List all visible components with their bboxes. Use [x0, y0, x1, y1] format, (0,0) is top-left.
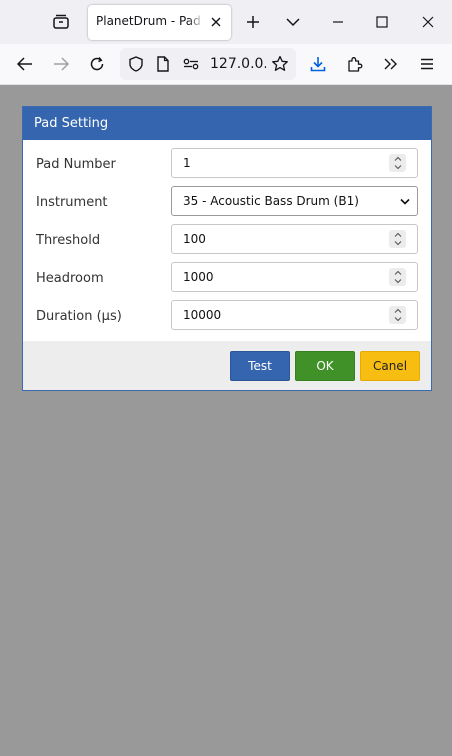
browser-tab[interactable]: PlanetDrum - Pad Config — [88, 5, 231, 40]
back-icon[interactable] — [9, 48, 41, 80]
dialog-footer: Test OK Canel — [23, 341, 431, 390]
shield-icon[interactable] — [124, 48, 148, 80]
headroom-value: 1000 — [183, 270, 214, 284]
stepper-up-icon[interactable] — [389, 230, 406, 239]
forward-icon[interactable] — [45, 48, 77, 80]
maximize-icon[interactable] — [366, 6, 398, 38]
duration-input[interactable]: 10000 — [171, 300, 418, 330]
dialog-header: Pad Setting — [23, 107, 431, 140]
pad-number-stepper[interactable] — [389, 154, 406, 172]
pad-number-input[interactable]: 1 — [171, 148, 418, 178]
bookmark-star-icon[interactable] — [268, 48, 292, 80]
stepper-up-icon[interactable] — [389, 268, 406, 277]
stepper-up-icon[interactable] — [389, 154, 406, 163]
duration-value: 10000 — [183, 308, 222, 322]
headroom-label: Headroom — [36, 271, 104, 286]
stepper-down-icon[interactable] — [389, 239, 406, 248]
permissions-icon[interactable] — [179, 48, 203, 80]
chevron-down-icon[interactable] — [277, 6, 309, 38]
reload-icon[interactable] — [81, 48, 113, 80]
threshold-value: 100 — [183, 232, 206, 246]
instrument-select[interactable]: 35 - Acoustic Bass Drum (B1) — [171, 186, 418, 216]
chevron-down-icon — [399, 195, 411, 207]
menu-icon[interactable] — [411, 48, 443, 80]
test-button[interactable]: Test — [230, 351, 290, 381]
extensions-icon[interactable] — [339, 48, 371, 80]
headroom-stepper[interactable] — [389, 268, 406, 286]
stepper-up-icon[interactable] — [389, 306, 406, 315]
stepper-down-icon[interactable] — [389, 315, 406, 324]
stepper-down-icon[interactable] — [389, 277, 406, 286]
threshold-stepper[interactable] — [389, 230, 406, 248]
ok-button[interactable]: OK — [295, 351, 355, 381]
nav-bar: 127.0.0.1 — [0, 44, 452, 85]
headroom-input[interactable]: 1000 — [171, 262, 418, 292]
instrument-label: Instrument — [36, 195, 108, 210]
pad-number-value: 1 — [183, 156, 191, 170]
threshold-label: Threshold — [36, 233, 101, 248]
stepper-down-icon[interactable] — [389, 163, 406, 172]
dialog-title: Pad Setting — [34, 116, 109, 131]
overflow-icon[interactable] — [375, 48, 407, 80]
tab-groups-icon[interactable] — [44, 6, 78, 38]
page-icon[interactable] — [151, 48, 175, 80]
duration-label: Duration (μs) — [36, 309, 122, 324]
download-icon[interactable] — [302, 48, 334, 80]
tab-strip: PlanetDrum - Pad Config — [0, 0, 452, 44]
minimize-icon[interactable] — [322, 6, 354, 38]
threshold-input[interactable]: 100 — [171, 224, 418, 254]
window-close-icon[interactable] — [412, 6, 444, 38]
plus-icon[interactable] — [237, 6, 269, 38]
instrument-value: 35 - Acoustic Bass Drum (B1) — [183, 194, 359, 208]
url-text[interactable]: 127.0.0.1 — [210, 56, 266, 72]
pad-setting-dialog: Pad Setting Pad Number 1 Instrument 35 -… — [22, 106, 432, 391]
duration-stepper[interactable] — [389, 306, 406, 324]
tab-title: PlanetDrum - Pad Config — [96, 14, 204, 28]
pad-number-label: Pad Number — [36, 157, 116, 172]
url-bar[interactable]: 127.0.0.1 — [120, 48, 296, 80]
close-icon[interactable] — [207, 13, 225, 31]
cancel-button[interactable]: Canel — [360, 351, 420, 381]
